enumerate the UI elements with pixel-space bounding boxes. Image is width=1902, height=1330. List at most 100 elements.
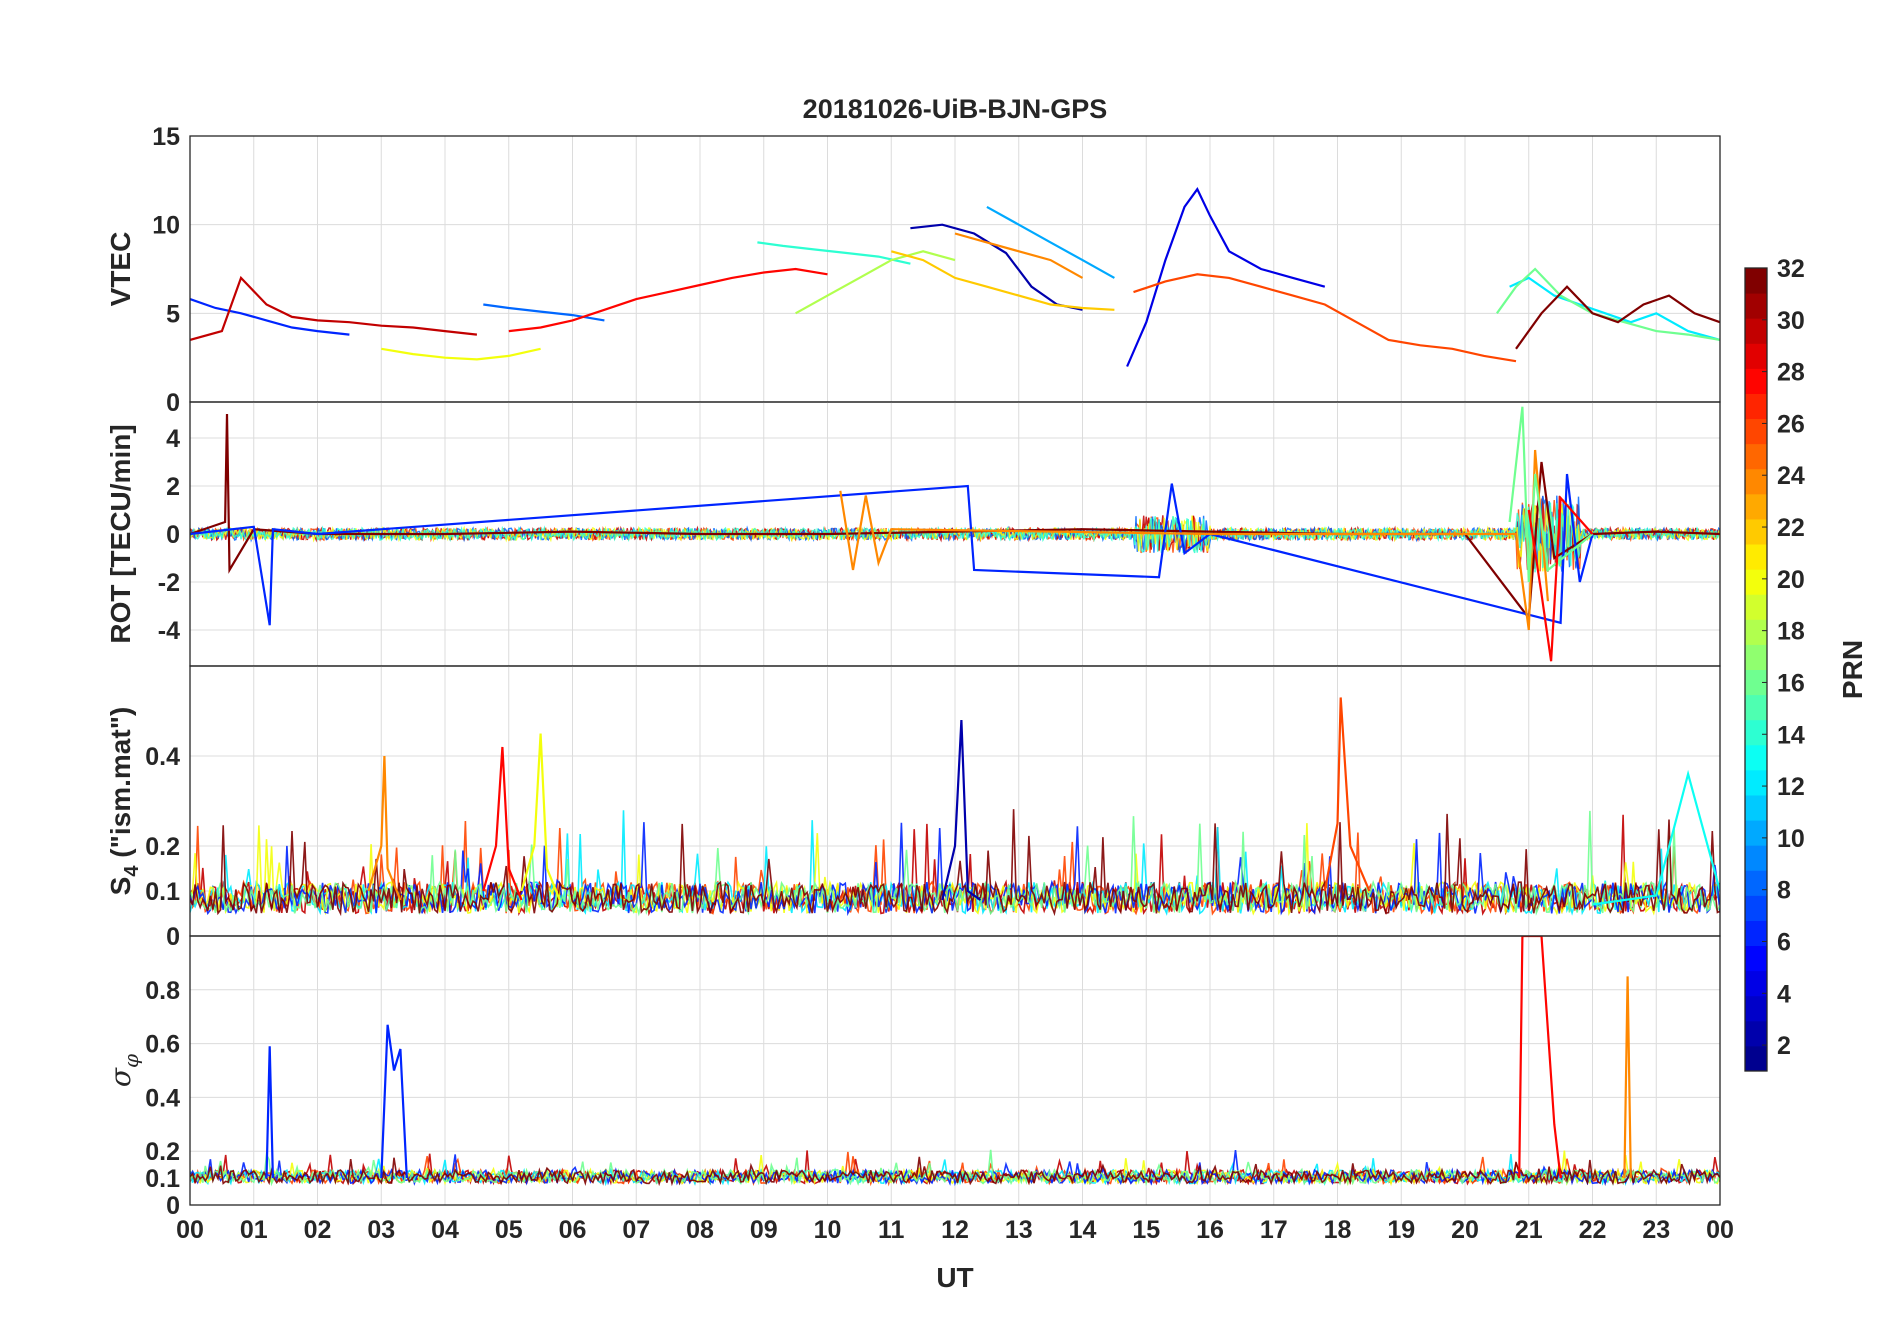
x-tick-label: 20: [1451, 1216, 1479, 1244]
y-tick-label: 0.1: [145, 878, 180, 906]
series-line-prn-20: [381, 347, 541, 361]
colorbar-segment: [1745, 794, 1767, 821]
x-tick-label: 12: [941, 1216, 969, 1244]
y-tick-label: 0.6: [145, 1031, 180, 1059]
series-line-prn-26: [1133, 273, 1517, 363]
panel-vtec: 0 5 10 15 VTEC: [105, 123, 1721, 417]
x-tick-label: 13: [1005, 1216, 1033, 1244]
panels-layer: 051015VTEC-4-2024ROT [TECU/min]00.10.20.…: [104, 123, 1721, 1220]
prn-colorbar: 2468101214161820222426283032PRN: [1744, 255, 1868, 1072]
x-tick-label: 00: [1706, 1216, 1734, 1244]
colorbar-tick-label: 26: [1777, 410, 1805, 438]
series-line-prn-6: [190, 298, 350, 336]
colorbar-segment: [1745, 443, 1767, 470]
x-tick-label: 21: [1515, 1216, 1543, 1244]
series-line-prn-28: [508, 267, 828, 333]
colorbar-segment: [1745, 920, 1767, 947]
series-line-prn-26: [1323, 697, 1371, 892]
x-tick-label: 15: [1132, 1216, 1160, 1244]
y-tick-label: 0.4: [145, 743, 180, 771]
colorbar-tick-label: 20: [1777, 566, 1805, 594]
series-line-prn-6: [265, 1046, 274, 1179]
colorbar-segment: [1745, 544, 1767, 570]
y-axis-label-s4: S4 ("ism.mat"): [105, 707, 143, 896]
colorbar-segment: [1745, 418, 1767, 445]
colorbar-tick-label: 32: [1777, 255, 1805, 283]
colorbar-segment: [1745, 468, 1767, 495]
colorbar-segment: [1745, 945, 1767, 972]
series-line-prn-8: [483, 303, 605, 322]
colorbar-segment: [1745, 518, 1767, 545]
y-axis-label-sigma_phi: σφ: [104, 1054, 143, 1087]
y-tick-label: 0.4: [145, 1084, 180, 1112]
colorbar-segment: [1745, 493, 1767, 520]
x-tick-label: 10: [814, 1216, 842, 1244]
x-tick-label: 16: [1196, 1216, 1224, 1244]
colorbar-segment: [1745, 970, 1767, 997]
x-tick-label: 01: [240, 1216, 268, 1244]
series-line-prn-10: [986, 205, 1115, 279]
series-line-prn-20: [520, 733, 561, 901]
y-tick-label: 0.2: [145, 833, 180, 861]
colorbar-tick-label: 4: [1777, 980, 1791, 1008]
colorbar-segment: [1745, 569, 1767, 595]
colorbar-segment: [1745, 694, 1767, 721]
series-line-prn-18: [795, 250, 956, 315]
colorbar-segment: [1745, 995, 1767, 1022]
colorbar-tick-label: 30: [1777, 307, 1805, 335]
x-tick-label: 09: [750, 1216, 778, 1244]
y-tick-label: 0.2: [145, 1138, 180, 1166]
y-label-phi: φ: [119, 1054, 143, 1068]
series-line-prn-30: [190, 275, 478, 341]
x-tick-label: 18: [1324, 1216, 1352, 1244]
x-tick-label: 14: [1069, 1216, 1097, 1244]
y-tick-label: -2: [158, 569, 180, 597]
colorbar-label: PRN: [1837, 640, 1868, 699]
x-axis: 00 01 02 03 04 05 06 07 08 09 10 11 12 13 14 15 16 17 18 19…: [176, 1216, 1734, 1244]
colorbar-segment: [1745, 820, 1767, 846]
colorbar-segment: [1745, 1020, 1767, 1047]
colorbar-segment: [1745, 895, 1767, 921]
y-axis-label-vtec: VTEC: [105, 232, 136, 307]
colorbar-segment: [1745, 719, 1767, 746]
colorbar-segment: [1745, 644, 1767, 670]
x-tick-label: 23: [1642, 1216, 1670, 1244]
series-line-prn-24: [1623, 976, 1632, 1179]
series-line-prn-14: [757, 241, 911, 265]
colorbar-segment: [1745, 594, 1767, 620]
y-tick-label: 0.8: [145, 977, 180, 1005]
x-tick-label: 00: [176, 1216, 204, 1244]
y-axis-label-rot: ROT [TECU/min]: [105, 424, 136, 643]
y-label-rest: ("ism.mat"): [105, 707, 136, 866]
colorbar-tick-label: 2: [1777, 1032, 1791, 1060]
colorbar-segment: [1745, 744, 1767, 771]
x-tick-label: 11: [878, 1216, 905, 1244]
y-tick-label: 2: [166, 473, 180, 501]
x-tick-label: 03: [367, 1216, 395, 1244]
x-tick-label: 07: [622, 1216, 650, 1244]
colorbar-segment: [1745, 268, 1767, 294]
y-tick-label: 0: [166, 923, 180, 951]
chart-title: 20181026-UiB-BJN-GPS: [803, 94, 1108, 124]
x-tick-label: 22: [1579, 1216, 1607, 1244]
colorbar-tick-label: 28: [1777, 359, 1805, 387]
colorbar-tick-label: 22: [1777, 514, 1805, 542]
x-axis-label: UT: [936, 1262, 973, 1293]
x-tick-label: 06: [559, 1216, 587, 1244]
colorbar-segment: [1745, 293, 1767, 319]
colorbar-tick-label: 8: [1777, 877, 1791, 905]
colorbar-segment: [1745, 318, 1767, 344]
colorbar-segment: [1745, 393, 1767, 420]
colorbar-segment: [1745, 1045, 1767, 1072]
colorbar-segment: [1745, 870, 1767, 896]
y-tick-label: 4: [166, 425, 180, 453]
x-tick-label: 17: [1260, 1216, 1288, 1244]
x-tick-label: 04: [431, 1216, 459, 1244]
colorbar-segment: [1745, 368, 1767, 394]
x-tick-label: 05: [495, 1216, 523, 1244]
y-label-sigma: σ: [104, 1067, 137, 1087]
x-tick-label: 08: [686, 1216, 714, 1244]
panel-rot: -4 -2 0 2 4 ROT [TECU/min]: [105, 401, 1721, 667]
y-label-main: S: [105, 877, 136, 896]
x-tick-label: 02: [304, 1216, 332, 1244]
